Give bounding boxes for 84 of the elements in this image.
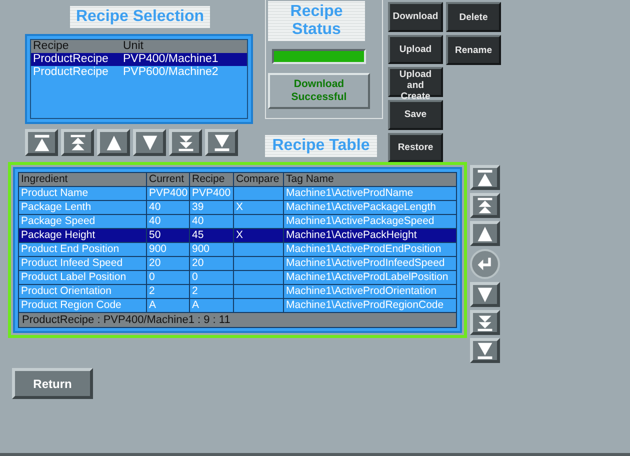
page-up-icon (68, 134, 86, 152)
table-cell: 20 (190, 256, 234, 270)
action-button[interactable]: Restore (388, 132, 443, 162)
table-cell: 2 (146, 284, 190, 298)
table-cell: 0 (190, 270, 234, 284)
bottom-icon (476, 342, 494, 360)
section-title: Recipe Selection (70, 6, 210, 28)
scroll-button[interactable] (61, 129, 94, 156)
scroll-button[interactable] (97, 129, 130, 156)
bottom-icon (212, 134, 230, 152)
page-down-icon (476, 314, 494, 332)
column-header: Current (146, 172, 190, 186)
page-down-icon (176, 134, 194, 152)
table-cell: Product Label Position (18, 270, 146, 284)
table-row[interactable]: Product Infeed Speed 20 20 Machine1\ActiveProdInfeedSpeed (18, 256, 456, 270)
table-row[interactable]: Package Height 50 45 X Machine1\ActivePackHeight (18, 228, 456, 242)
scroll-button[interactable] (169, 129, 202, 156)
scroll-button[interactable] (470, 282, 500, 307)
table-row[interactable]: Package Lenth 40 39 X Machine1\ActivePackageLength (18, 200, 456, 214)
column-header: Recipe (190, 172, 234, 186)
scroll-button[interactable] (133, 129, 166, 156)
table-cell: 40 (146, 200, 190, 214)
table-row[interactable]: Product Label Position 0 0 Machine1\ActiveProdLabelPosition (18, 270, 456, 284)
table-cell: Machine1\ActiveProdLabelPosition (284, 270, 456, 284)
action-button[interactable]: Save (388, 100, 443, 130)
table-cell: 50 (146, 228, 190, 242)
table-cell: 0 (146, 270, 190, 284)
column-header: Ingredient (18, 172, 146, 186)
column-header: Compare (234, 172, 284, 186)
scroll-button[interactable] (470, 221, 500, 246)
action-button[interactable]: Rename (446, 35, 501, 65)
enter-icon (476, 255, 494, 273)
up-arrow-icon (476, 224, 494, 242)
table-cell: 45 (190, 228, 234, 242)
scroll-button[interactable] (205, 129, 238, 156)
table-row[interactable]: Product Name PVP400 PVP400 Machine1\ActiveProdName (18, 186, 456, 200)
top-icon (476, 168, 494, 186)
list-row[interactable]: ProductRecipe PVP600/Machine2 (31, 66, 247, 79)
table-cell: Package Lenth (18, 200, 146, 214)
table-cell: Machine1\ActiveProdName (284, 186, 456, 200)
table-row[interactable]: Product End Position 900 900 Machine1\ActiveProdEndPosition (18, 242, 456, 256)
action-button[interactable]: Upload (388, 34, 443, 64)
column-header: Unit (122, 40, 144, 53)
top-icon (32, 134, 50, 152)
down-arrow-icon (140, 134, 158, 152)
return-button[interactable]: Return (12, 368, 93, 399)
table-cell: 39 (190, 200, 234, 214)
table-cell: X (234, 200, 284, 214)
table-cell: 900 (190, 242, 234, 256)
table-cell: Machine1\ActivePackHeight (284, 228, 456, 242)
table-cell: Machine1\ActiveProdInfeedSpeed (284, 256, 456, 270)
column-header: Tag Name (284, 172, 456, 186)
page-up-icon (476, 196, 494, 214)
table-cell: Product Infeed Speed (18, 256, 146, 270)
table-cell: Machine1\ActiveProdEndPosition (284, 242, 456, 256)
down-arrow-icon (476, 286, 494, 304)
column-header: Recipe (32, 40, 70, 53)
status-message: Download Successful (268, 73, 370, 109)
action-button[interactable]: Download (388, 2, 443, 32)
section-title: Recipe Table (265, 135, 377, 157)
scroll-button[interactable] (25, 129, 58, 156)
table-cell: Package Height (18, 228, 146, 242)
table-cell: 20 (146, 256, 190, 270)
table-row[interactable]: Product Orientation 2 2 Machine1\ActiveProdOrientation (18, 284, 456, 298)
table-cell: PVP400 (146, 186, 190, 200)
table-cell: Machine1\ActiveProdOrientation (284, 284, 456, 298)
scroll-button[interactable] (470, 338, 500, 363)
table-cell: PVP400 (190, 186, 234, 200)
table-cell: Machine1\ActivePackageLength (284, 200, 456, 214)
list-row[interactable]: ProductRecipe PVP400/Machine1 (31, 53, 247, 66)
scroll-button[interactable] (470, 165, 500, 190)
table-cell: Product End Position (18, 242, 146, 256)
table-cell: Product Orientation (18, 284, 146, 298)
table-cell: Product Name (18, 186, 146, 200)
table-footer: ProductRecipe : PVP400/Machine1 : 9 : 11 (18, 313, 457, 328)
table-cell: X (234, 228, 284, 242)
enter-button[interactable] (470, 249, 500, 279)
action-button[interactable]: Delete (446, 2, 501, 32)
table-cell: 2 (190, 284, 234, 298)
scroll-button[interactable] (470, 310, 500, 335)
table-cell: 900 (146, 242, 190, 256)
section-title: Recipe Status (268, 1, 365, 41)
scroll-button[interactable] (470, 193, 500, 218)
up-arrow-icon (104, 134, 122, 152)
